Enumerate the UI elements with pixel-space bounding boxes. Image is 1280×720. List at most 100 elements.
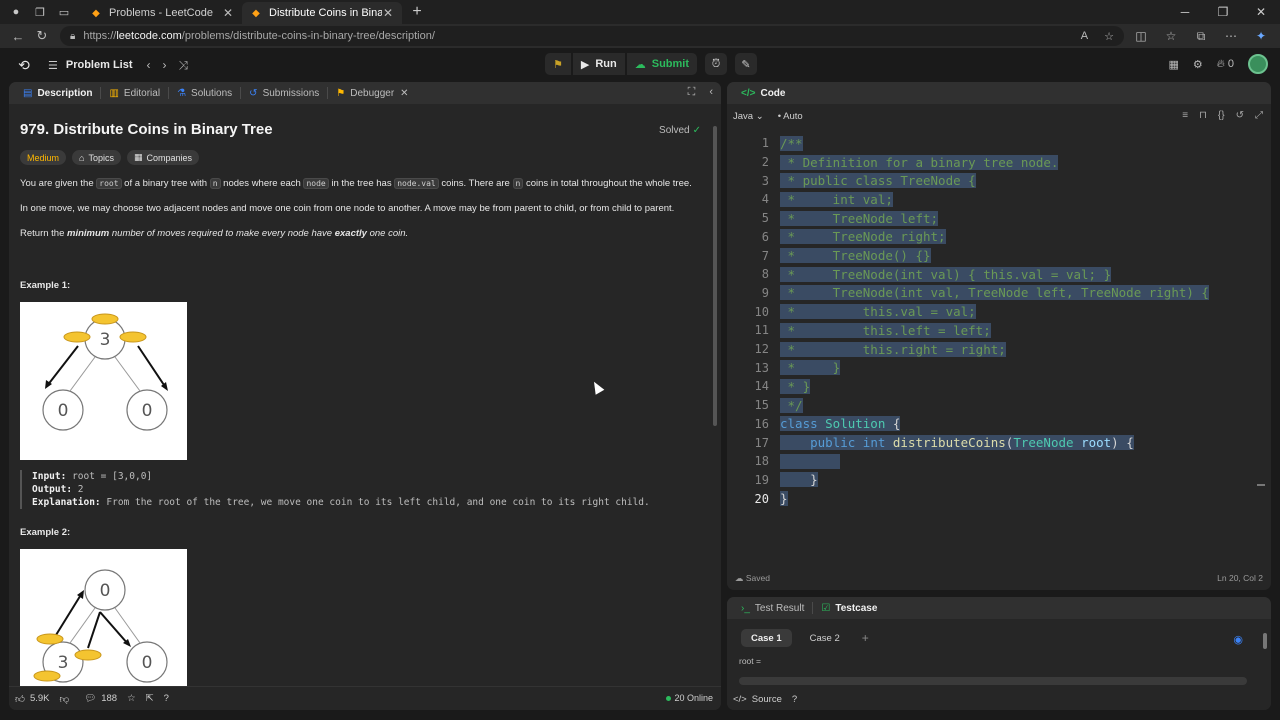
shuffle-icon[interactable]: ⤨ — [179, 58, 189, 73]
favorite-button[interactable]: ☆ — [127, 693, 136, 704]
close-tab-icon[interactable]: ✕ — [382, 6, 394, 20]
code-line[interactable]: 3 * public class TreeNode { — [727, 171, 976, 190]
browser-tab-problems[interactable]: ◆ Problems - LeetCode ✕ — [82, 2, 242, 24]
help-button[interactable]: ? — [164, 693, 169, 704]
code-line[interactable]: 2 * Definition for a binary tree node. — [727, 153, 1059, 172]
close-window-icon[interactable]: ✕ — [1242, 0, 1280, 24]
code-text: * this.val = val; — [780, 304, 976, 320]
code-line[interactable]: 15 */ — [727, 396, 803, 415]
case-1-tab[interactable]: Case 1 — [741, 629, 792, 647]
next-problem-icon[interactable]: › — [163, 58, 167, 73]
code-line[interactable]: 7 * TreeNode() {} — [727, 246, 931, 265]
emphasis: minimum — [67, 228, 110, 239]
add-case-icon[interactable]: + — [862, 631, 869, 645]
auto-mode-toggle[interactable]: • Auto — [778, 111, 803, 122]
streak-counter[interactable]: 🔥︎ 0 — [1217, 58, 1234, 71]
new-tab-button[interactable]: + — [406, 3, 428, 21]
bookmark-icon[interactable]: ⊓ — [1199, 110, 1207, 121]
close-tab-icon[interactable]: ✕ — [400, 88, 408, 99]
tab-actions-icon[interactable]: ▭ — [56, 4, 72, 20]
code-line[interactable]: 6 * TreeNode right; — [727, 228, 946, 247]
description-footer: 👍︎ 5.9K 👎︎ 💬︎ 188 ☆ ⇱ ? 20 Online — [9, 686, 721, 710]
tab-description[interactable]: ▤ Description — [15, 82, 100, 104]
code-line[interactable]: 18 — [727, 452, 841, 471]
braces-icon[interactable]: {} — [1218, 110, 1225, 121]
code-line[interactable]: 5 * TreeNode left; — [727, 209, 939, 228]
comments-button[interactable]: 💬︎ 188 — [84, 693, 117, 704]
testcase-footer: </> Source ? — [727, 688, 1271, 710]
code-line[interactable]: 19 } — [727, 471, 818, 490]
fullscreen-icon[interactable]: ⛶ — [688, 86, 696, 99]
profile-icon[interactable]: ● — [8, 4, 24, 20]
code-line[interactable]: 10 * this.val = val; — [727, 302, 976, 321]
difficulty-badge[interactable]: Medium — [20, 150, 67, 165]
url-field[interactable]: 🔒︎ https://leetcode.com/problems/distrib… — [60, 26, 1124, 46]
share-button[interactable]: ⇱ — [146, 693, 154, 704]
tab-editorial[interactable]: ▥ Editorial — [101, 82, 168, 104]
run-button[interactable]: ▶ Run — [572, 53, 625, 75]
format-icon[interactable]: ≡ — [1182, 110, 1188, 121]
eye-icon[interactable]: ◉ — [1233, 633, 1243, 646]
close-tab-icon[interactable]: ✕ — [222, 6, 234, 20]
workspaces-icon[interactable]: ❐ — [32, 4, 48, 20]
notes-button[interactable]: ✎ — [735, 53, 758, 75]
code-line[interactable]: 14 * } — [727, 377, 811, 396]
problem-list-button[interactable]: ☰ Problem List — [48, 59, 133, 72]
code-line[interactable]: 9 * TreeNode(int val, TreeNode left, Tre… — [727, 284, 1209, 303]
language-select[interactable]: Java ⌄ — [733, 111, 764, 122]
code-line[interactable]: 17 public int distributeCoins(TreeNode r… — [727, 433, 1134, 452]
leetcode-logo-icon[interactable]: ⟲ — [16, 57, 32, 73]
browser-tab-active[interactable]: ◆ Distribute Coins in Binary Tree - L ✕ — [242, 2, 402, 24]
tab-test-result[interactable]: ›_ Test Result — [733, 597, 812, 619]
maximize-icon[interactable]: ❐ — [1204, 0, 1242, 24]
code-line[interactable]: 16 class Solution { — [727, 415, 901, 434]
collapse-icon[interactable]: ‹ — [709, 86, 713, 99]
companies-chip[interactable]: ▦ Companies — [126, 150, 200, 165]
lock-icon[interactable]: 🔒︎ — [70, 31, 75, 42]
settings-gear-icon[interactable]: ⚙ — [1193, 58, 1203, 71]
help-button[interactable]: ? — [792, 694, 797, 705]
dislike-button[interactable]: 👎︎ — [59, 693, 74, 705]
topics-chip[interactable]: ⌂ Topics — [72, 150, 121, 165]
description-scrollbar[interactable] — [713, 126, 717, 426]
code-line[interactable]: 13 * } — [727, 358, 841, 377]
refresh-icon[interactable]: ↻ — [30, 28, 54, 44]
tab-code[interactable]: </> Code — [733, 82, 793, 104]
layout-icon[interactable]: ▦ — [1168, 58, 1178, 71]
tab-solutions[interactable]: ⚗ Solutions — [169, 82, 240, 104]
root-input[interactable] — [739, 677, 1247, 685]
tab-debugger[interactable]: ⚑ Debugger ✕ — [328, 82, 416, 104]
more-icon[interactable]: ⋯ — [1222, 29, 1240, 43]
read-aloud-icon[interactable]: A — [1081, 30, 1088, 43]
tab-submissions[interactable]: ↺ Submissions — [241, 82, 327, 104]
avatar[interactable] — [1248, 54, 1268, 74]
favorite-star-icon[interactable]: ☆ — [1104, 30, 1114, 43]
code-line[interactable]: 1 /** — [727, 134, 803, 153]
expand-icon[interactable]: ⤢ — [1255, 110, 1263, 121]
back-icon[interactable]: ← — [6, 29, 30, 44]
timer-button[interactable]: ⏰︎ — [705, 53, 728, 75]
code-line[interactable]: 20} — [727, 489, 788, 508]
source-button[interactable]: </> Source — [733, 694, 782, 705]
case-2-tab[interactable]: Case 2 — [800, 629, 850, 647]
code-editor[interactable]: 1 /** 2 * Definition for a binary tree nod… — [727, 128, 1271, 568]
prev-problem-icon[interactable]: ‹ — [147, 58, 151, 73]
split-screen-icon[interactable]: ◫ — [1132, 29, 1150, 43]
minimize-icon[interactable]: ─ — [1166, 0, 1204, 24]
submit-button[interactable]: ☁ Submit — [626, 53, 698, 75]
code-line[interactable]: 12 * this.right = right; — [727, 340, 1006, 359]
problem-goal: Return the minimum number of moves requi… — [20, 228, 700, 240]
tab-testcase[interactable]: ☑ Testcase — [813, 597, 885, 619]
code-line[interactable]: 11 * this.left = left; — [727, 321, 991, 340]
debug-button[interactable]: ⚑ — [545, 53, 571, 75]
favorites-icon[interactable]: ☆ — [1162, 29, 1180, 43]
like-button[interactable]: 👍︎ 5.9K — [15, 693, 49, 705]
copilot-icon[interactable]: ✦ — [1252, 29, 1270, 43]
testcase-scrollbar[interactable] — [1263, 633, 1267, 649]
reset-icon[interactable]: ↺ — [1236, 110, 1244, 121]
inline-code: n — [512, 178, 524, 189]
code-line[interactable]: 4 * int val; — [727, 190, 893, 209]
code-line[interactable]: 8 * TreeNode(int val) { this.val = val; … — [727, 265, 1112, 284]
collections-icon[interactable]: ⧉ — [1192, 29, 1210, 44]
input-label: Input: — [32, 471, 67, 482]
